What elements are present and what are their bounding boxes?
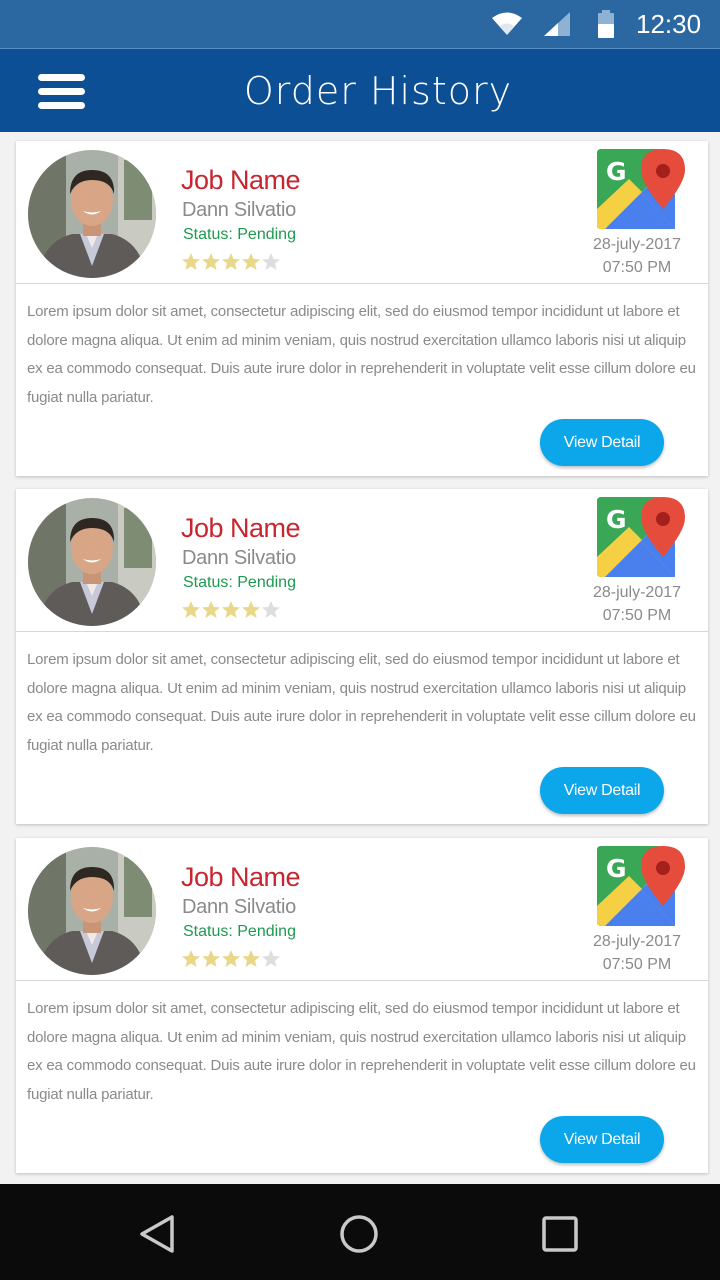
job-name: Job Name bbox=[181, 862, 301, 892]
svg-text:G: G bbox=[606, 854, 627, 883]
clock: 12:30 bbox=[636, 9, 702, 39]
person-name: Dann Silvatio bbox=[182, 896, 296, 918]
order-description: Lorem ipsum dolor sit amet, consectetur … bbox=[27, 1000, 696, 1103]
order-card-header: Job Name Dann Silvatio Status: Pending G… bbox=[16, 838, 708, 981]
person-name: Dann Silvatio bbox=[182, 199, 296, 221]
order-card-header: Job Name Dann Silvatio Status: Pending G… bbox=[16, 489, 708, 632]
order-datetime: 28-july-2017 07:50 PM bbox=[576, 233, 698, 279]
order-card: Job Name Dann Silvatio Status: Pending G… bbox=[16, 141, 708, 476]
star-filled-icon bbox=[182, 253, 200, 270]
order-card: Job Name Dann Silvatio Status: Pending G… bbox=[16, 838, 708, 1173]
battery-icon bbox=[598, 10, 614, 38]
star-filled-icon bbox=[242, 950, 260, 967]
order-time: 07:50 PM bbox=[602, 956, 672, 973]
svg-text:G: G bbox=[606, 157, 627, 186]
star-filled-icon bbox=[222, 601, 240, 618]
star-filled-icon bbox=[242, 253, 260, 270]
view-detail-button[interactable]: View Detail bbox=[540, 1116, 664, 1163]
menu-bar-line bbox=[38, 74, 85, 81]
menu-bar-line bbox=[38, 102, 85, 109]
person-name: Dann Silvatio bbox=[182, 547, 296, 569]
star-filled-icon bbox=[202, 601, 220, 618]
star-rating bbox=[181, 949, 281, 971]
status-text: Status: Pending bbox=[183, 923, 296, 940]
order-date: 28-july-2017 bbox=[592, 236, 682, 253]
star-filled-icon bbox=[182, 950, 200, 967]
star-filled-icon bbox=[222, 950, 240, 967]
person-photo-icon bbox=[28, 498, 156, 626]
order-time: 07:50 PM bbox=[602, 259, 672, 276]
order-date: 28-july-2017 bbox=[592, 933, 682, 950]
star-filled-icon bbox=[182, 601, 200, 618]
star-empty-icon bbox=[262, 253, 280, 270]
order-description: Lorem ipsum dolor sit amet, consectetur … bbox=[27, 651, 696, 754]
navigation-bar bbox=[0, 1184, 720, 1280]
order-list[interactable]: Job Name Dann Silvatio Status: Pending G… bbox=[0, 132, 720, 1184]
svg-text:G: G bbox=[606, 505, 627, 534]
order-card-header: Job Name Dann Silvatio Status: Pending G… bbox=[16, 141, 708, 284]
status-bar: 12:30 bbox=[0, 0, 720, 48]
status-text: Status: Pending bbox=[183, 574, 296, 591]
view-detail-button[interactable]: View Detail bbox=[540, 419, 664, 466]
status-text: Status: Pending bbox=[183, 226, 296, 243]
view-detail-button[interactable]: View Detail bbox=[540, 767, 664, 814]
star-filled-icon bbox=[242, 601, 260, 618]
star-filled-icon bbox=[222, 253, 240, 270]
avatar[interactable] bbox=[28, 498, 156, 626]
job-name: Job Name bbox=[181, 165, 301, 195]
wifi-icon bbox=[492, 12, 522, 35]
order-card: Job Name Dann Silvatio Status: Pending G… bbox=[16, 489, 708, 824]
star-filled-icon bbox=[202, 950, 220, 967]
google-maps-icon[interactable]: G bbox=[595, 149, 685, 229]
star-empty-icon bbox=[262, 601, 280, 618]
star-filled-icon bbox=[202, 253, 220, 270]
avatar[interactable] bbox=[28, 847, 156, 975]
order-datetime: 28-july-2017 07:50 PM bbox=[576, 581, 698, 627]
job-name: Job Name bbox=[181, 513, 301, 543]
google-maps-icon[interactable]: G bbox=[595, 846, 685, 926]
home-icon[interactable] bbox=[337, 1212, 381, 1256]
avatar[interactable] bbox=[28, 150, 156, 278]
person-photo-icon bbox=[28, 150, 156, 278]
star-rating bbox=[181, 252, 281, 274]
order-description: Lorem ipsum dolor sit amet, consectetur … bbox=[27, 303, 696, 406]
page-title-text: Order History bbox=[243, 69, 513, 113]
hamburger-menu-icon[interactable] bbox=[30, 69, 90, 113]
signal-icon bbox=[544, 12, 570, 36]
order-datetime: 28-july-2017 07:50 PM bbox=[576, 930, 698, 976]
recents-icon[interactable] bbox=[538, 1212, 582, 1256]
star-rating bbox=[181, 600, 281, 622]
order-date: 28-july-2017 bbox=[592, 584, 682, 601]
order-time: 07:50 PM bbox=[602, 607, 672, 624]
page-title: Order History bbox=[0, 49, 720, 133]
menu-bar-line bbox=[38, 88, 85, 95]
app-bar: Order History bbox=[0, 48, 720, 132]
star-empty-icon bbox=[262, 950, 280, 967]
google-maps-icon[interactable]: G bbox=[595, 497, 685, 577]
back-icon[interactable] bbox=[136, 1212, 180, 1256]
person-photo-icon bbox=[28, 847, 156, 975]
